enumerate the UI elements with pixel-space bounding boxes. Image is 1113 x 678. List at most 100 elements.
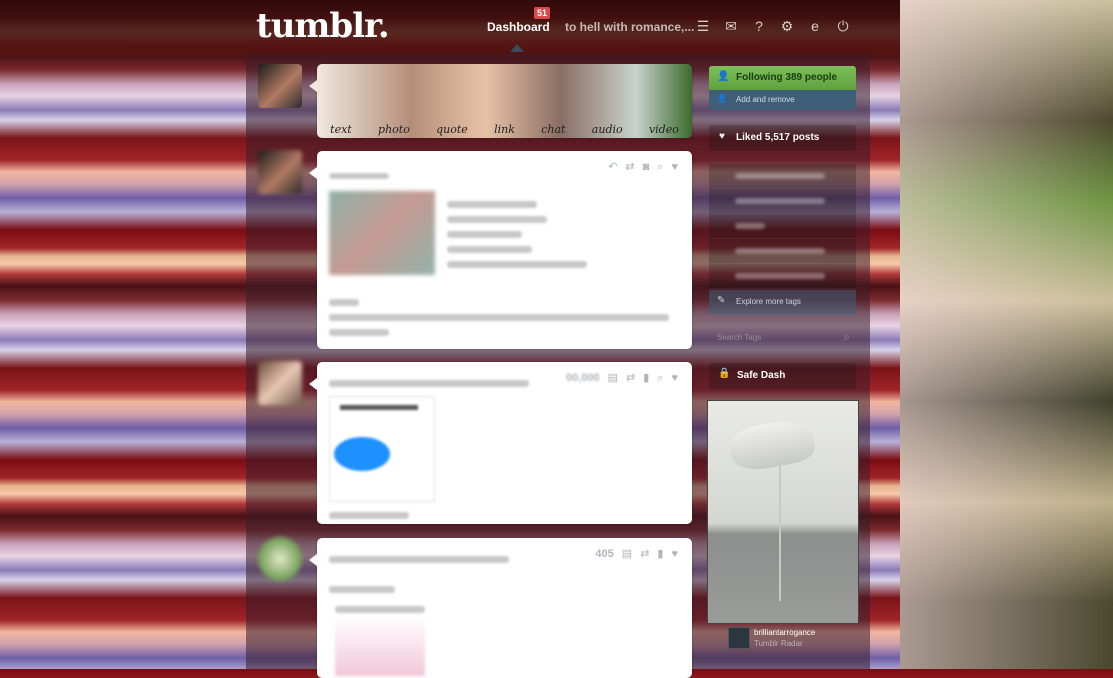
blurred-text: [447, 261, 587, 268]
post-image[interactable]: [329, 396, 435, 502]
user-avatar[interactable]: [258, 64, 302, 108]
blurred-text: [447, 246, 532, 253]
reblog-icon[interactable]: ⇄: [626, 372, 635, 384]
post-avatar[interactable]: [258, 537, 302, 581]
post-nub: [309, 167, 317, 179]
note-count[interactable]: 00,000: [566, 372, 600, 384]
tag-label: [735, 223, 765, 229]
compose-chat[interactable]: chat: [541, 123, 565, 136]
tracked-tag[interactable]: [709, 189, 856, 214]
dashboard-link[interactable]: Dashboard: [487, 20, 550, 34]
composer-nub: [309, 80, 317, 92]
radar-user-avatar[interactable]: [728, 627, 750, 649]
post-nub: [309, 378, 317, 390]
heart-icon: ♥: [719, 131, 725, 142]
blurred-text: [447, 216, 547, 223]
e-icon[interactable]: e: [807, 18, 823, 34]
blurred-text: [329, 314, 669, 321]
background-photo-panel: [900, 0, 1113, 669]
tag-label: [735, 173, 825, 179]
compose-quote[interactable]: quote: [436, 123, 468, 136]
compose-photo[interactable]: photo: [378, 123, 410, 136]
compose-text[interactable]: text: [330, 123, 352, 136]
page-icon[interactable]: ▤: [622, 548, 632, 560]
blurred-text: [329, 299, 359, 306]
blurred-text: [335, 606, 425, 613]
post-text-block: [447, 193, 587, 276]
shoe-sculpture: [726, 416, 818, 474]
search-icon[interactable]: ⌕: [657, 161, 663, 173]
safe-dash-label: Safe Dash: [737, 370, 786, 381]
post-card: 405 ▤ ⇄ ▮ ♥: [309, 538, 692, 678]
explore-tags-link[interactable]: ✎ Explore more tags: [709, 290, 856, 315]
post-author: [329, 173, 389, 179]
notification-badge: 51: [534, 7, 551, 19]
post-card: ↶ ⇄ ◙ ⌕ ♥: [309, 151, 692, 349]
search-icon[interactable]: ⌕: [657, 372, 663, 384]
tag-icon: ✎: [717, 295, 726, 306]
page-icon[interactable]: ▤: [608, 372, 618, 384]
composer-types: text photo quote link chat audio video: [317, 123, 692, 136]
reblog-icon[interactable]: ⇄: [640, 548, 649, 560]
blurred-text: [329, 512, 409, 519]
bookmark-icon[interactable]: ▮: [657, 548, 663, 560]
post-avatar[interactable]: [258, 361, 302, 405]
person-small-icon: 👤: [717, 94, 727, 103]
search-icon[interactable]: ⌕: [843, 330, 850, 345]
post-author: [329, 380, 529, 387]
tracked-tag[interactable]: [709, 214, 856, 239]
tracked-tag[interactable]: [709, 264, 856, 289]
tracked-tag[interactable]: [709, 164, 856, 189]
explore-tags-label: Explore more tags: [736, 297, 801, 306]
following-label: Following 389 people: [736, 72, 838, 83]
reblog-icon[interactable]: ⇄: [625, 161, 634, 173]
list-icon[interactable]: ☰: [695, 18, 711, 34]
compose-video[interactable]: video: [649, 123, 679, 136]
tracked-tag[interactable]: [709, 239, 856, 264]
blurred-text: [447, 201, 537, 208]
lock-icon: 🔒: [718, 368, 731, 379]
add-remove-link[interactable]: 👤 Add and remove: [709, 90, 856, 110]
post-nub: [309, 554, 317, 566]
reply-icon[interactable]: ↶: [608, 161, 617, 173]
tumblr-logo[interactable]: tumblr.: [256, 6, 390, 46]
compose-audio[interactable]: audio: [592, 123, 623, 136]
sculpture-pole: [779, 461, 781, 601]
post-caption: [329, 291, 679, 344]
tag-label: [735, 198, 825, 204]
post-composer: text photo quote link chat audio video: [309, 64, 692, 138]
post-image[interactable]: [329, 191, 435, 275]
radar-image[interactable]: [707, 400, 859, 624]
search-tags-placeholder: Search Tags: [717, 333, 762, 342]
liked-label: Liked 5,517 posts: [736, 132, 820, 143]
blurred-text: [447, 231, 522, 238]
post-avatar[interactable]: [258, 150, 302, 194]
bookmark-icon[interactable]: ▮: [643, 372, 649, 384]
post-controls: ↶ ⇄ ◙ ⌕ ♥: [608, 161, 678, 173]
post-image[interactable]: [335, 616, 425, 676]
post-controls: 00,000 ▤ ⇄ ▮ ⌕ ♥: [566, 372, 678, 384]
blog-name-link[interactable]: to hell with romance,...: [565, 20, 694, 34]
liked-posts-link[interactable]: ♥ Liked 5,517 posts: [709, 125, 856, 151]
tag-label: [735, 248, 825, 254]
power-icon[interactable]: ⏻: [835, 18, 851, 34]
radar-user-link[interactable]: brilliantarrogance: [754, 628, 815, 637]
like-icon[interactable]: ♥: [671, 161, 678, 173]
post-controls: 405 ▤ ⇄ ▮ ♥: [595, 548, 678, 560]
help-icon[interactable]: ?: [751, 18, 767, 34]
radar-label: Tumblr Radar: [754, 639, 803, 648]
like-icon[interactable]: ♥: [671, 372, 678, 384]
mail-icon[interactable]: ✉: [723, 18, 739, 34]
search-tags-field[interactable]: Search Tags ⌕: [709, 330, 856, 348]
camera-icon[interactable]: ◙: [643, 161, 650, 173]
gear-icon[interactable]: ⚙: [779, 18, 795, 34]
note-count[interactable]: 405: [595, 548, 613, 560]
compose-link[interactable]: link: [494, 123, 515, 136]
active-indicator: [510, 44, 524, 52]
safe-dash-toggle[interactable]: 🔒 Safe Dash: [709, 363, 856, 389]
person-icon: 👤: [717, 71, 730, 82]
like-icon[interactable]: ♥: [671, 548, 678, 560]
tag-label: [735, 273, 825, 279]
following-button[interactable]: 👤 Following 389 people: [709, 66, 856, 90]
blurred-text: [329, 586, 395, 593]
